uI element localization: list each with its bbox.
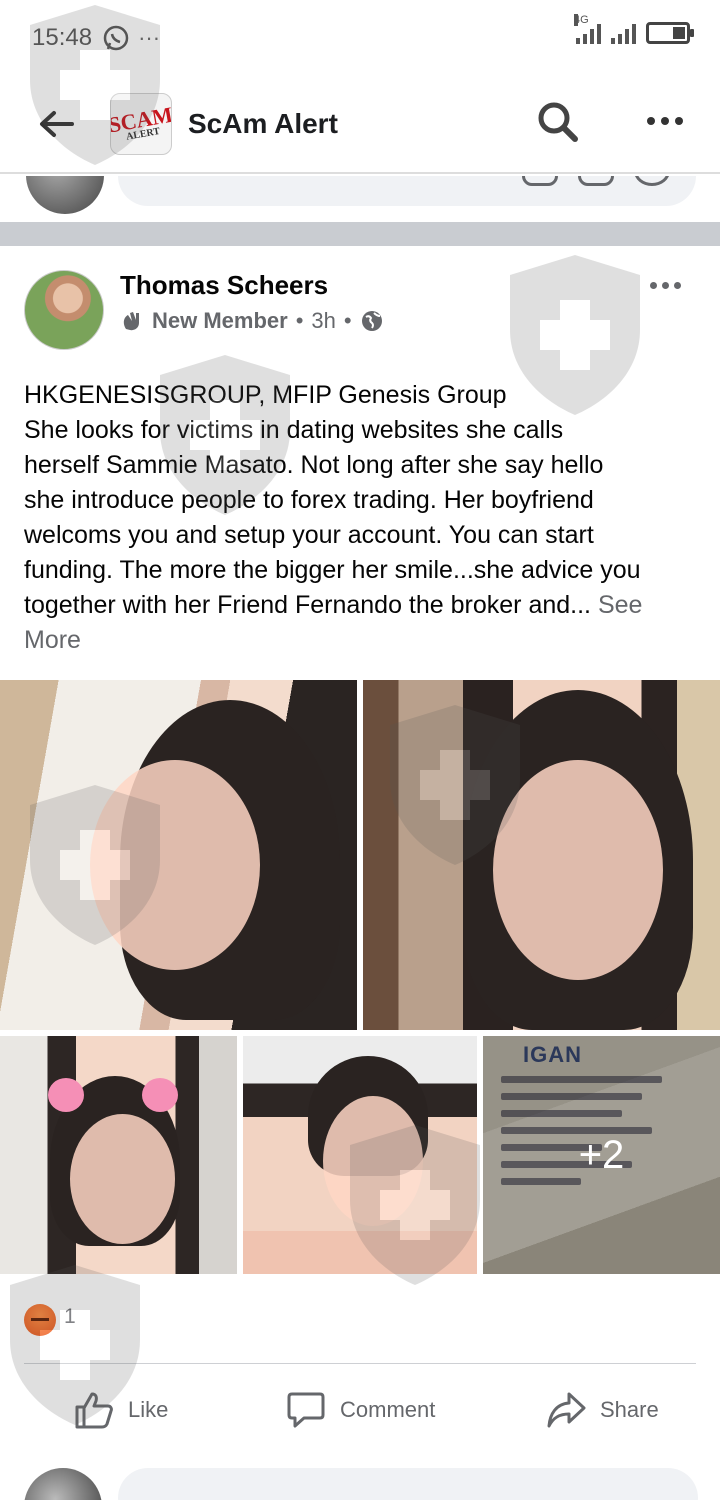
more-options-button[interactable] (638, 94, 692, 148)
post-body: HKGENESISGROUP, MFIP Genesis Group She l… (24, 378, 700, 658)
wave-hand-icon (123, 312, 139, 331)
camera-icon[interactable] (522, 176, 558, 186)
post-author[interactable]: Thomas Scheers (120, 270, 328, 301)
like-icon (75, 1392, 113, 1429)
post-photo[interactable] (243, 1036, 477, 1274)
post-text-line: she introduce people to forex trading. H… (24, 486, 594, 514)
whatsapp-icon (103, 25, 129, 51)
status-bar: 15:48 ··· 4G (0, 0, 720, 76)
member-role-badge: New Member (152, 308, 288, 333)
back-arrow-icon (40, 111, 74, 137)
post-text-line: herself Sammie Masato. Not long after sh… (24, 451, 604, 479)
post-meta: New Member • 3h • (120, 308, 384, 334)
network-type-label: 4G (574, 14, 589, 26)
comment-label: Comment (340, 1397, 436, 1422)
status-time: 15:48 (32, 24, 93, 51)
post-text-line: HKGENESISGROUP, MFIP Genesis Group (24, 381, 507, 409)
post-photo[interactable] (0, 1036, 237, 1274)
gif-icon[interactable] (578, 176, 614, 186)
group-header: SCAM ALERT ScAm Alert (0, 76, 720, 174)
globe-icon (361, 311, 382, 331)
status-overflow-icon: ··· (138, 25, 161, 50)
group-logo[interactable]: SCAM ALERT (110, 93, 172, 155)
previous-comment-row (0, 176, 720, 222)
post-text-line: welcoms you and setup your account. You … (24, 521, 594, 549)
see-more-link[interactable]: See (598, 591, 642, 619)
emoji-icon[interactable] (634, 176, 670, 186)
battery-icon (646, 22, 694, 44)
post-photo-license[interactable]: IGAN +2 (483, 1036, 720, 1274)
share-icon (547, 1392, 586, 1428)
search-icon (538, 102, 578, 142)
avatar (26, 176, 104, 214)
signal-icon (611, 22, 636, 44)
comment-placeholder: ··· (140, 1488, 174, 1500)
share-label: Share (600, 1397, 659, 1422)
reaction-count[interactable]: 1 (64, 1305, 76, 1329)
search-button[interactable] (530, 94, 584, 148)
author-avatar[interactable] (24, 270, 104, 350)
share-button[interactable]: Share (546, 1386, 659, 1434)
post-options-button[interactable] (640, 270, 690, 300)
group-title[interactable]: ScAm Alert (188, 108, 338, 140)
avatar (24, 1468, 102, 1500)
post-text-line: together with her Friend Fernando the br… (24, 591, 643, 619)
post-text-line: More (24, 623, 700, 658)
post-text-line: funding. The more the bigger her smile..… (24, 556, 641, 584)
comment-input[interactable] (118, 1468, 698, 1500)
post-text-line: She looks for victims in dating websites… (24, 416, 564, 444)
comment-icon (287, 1392, 325, 1428)
like-label: Like (128, 1397, 169, 1422)
like-button[interactable]: Like (74, 1386, 168, 1434)
post-time[interactable]: 3h (311, 308, 335, 334)
see-more-link[interactable]: More (24, 626, 81, 654)
back-button[interactable] (26, 94, 86, 154)
angry-reaction-icon[interactable] (24, 1304, 56, 1336)
mobile-signal-icon: 4G (574, 14, 601, 44)
section-divider (0, 222, 720, 246)
comment-button[interactable]: Comment (286, 1386, 435, 1434)
post-photo[interactable] (363, 680, 720, 1030)
more-photos-overlay[interactable]: +2 (483, 1036, 720, 1274)
divider (24, 1363, 696, 1364)
post-photo[interactable] (0, 680, 357, 1030)
